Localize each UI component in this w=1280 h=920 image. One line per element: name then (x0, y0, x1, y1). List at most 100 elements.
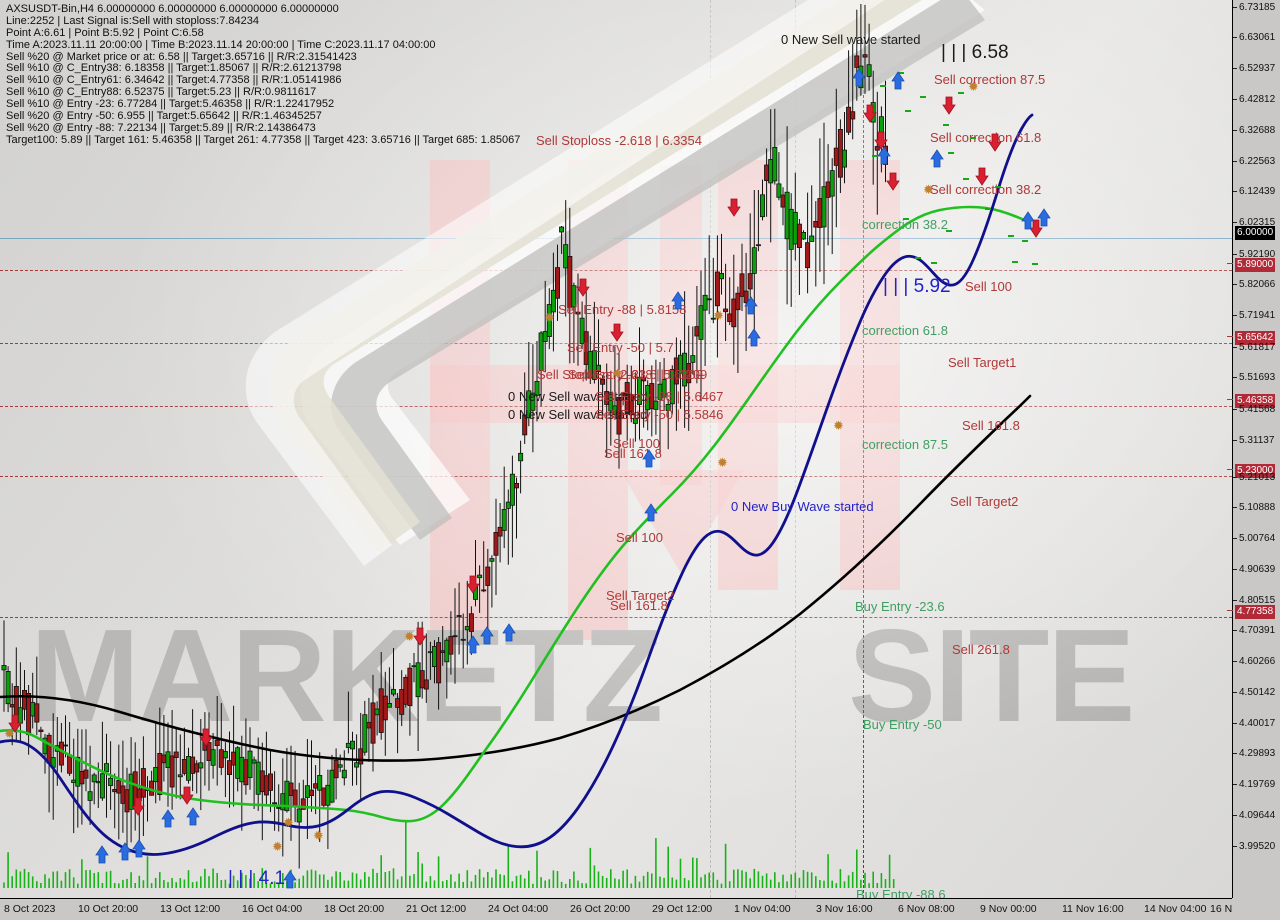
price-tick-6.42812: 6.42812 (1233, 94, 1280, 106)
annotation-sell-target2: Sell Target2 (950, 494, 1019, 509)
price-tickmark (1233, 284, 1237, 285)
sell-arrow-icon-4 (466, 574, 481, 596)
price-tick-4.19769: 4.19769 (1233, 779, 1280, 791)
star-marker-10: ✹ (404, 629, 415, 644)
dot-indicator-13 (1022, 240, 1028, 242)
price-tick-4.09644: 4.09644 (1233, 810, 1280, 822)
price-tick-label: 6.00000 (1235, 226, 1276, 240)
buy-arrow-icon-19 (283, 869, 298, 891)
price-tick-label: 5.41568 (1239, 404, 1276, 415)
dot-indicator-17 (915, 257, 921, 259)
time-tick-label: 18 Oct 20:00 (324, 903, 385, 915)
price-tickmark (1233, 661, 1237, 662)
buy-arrow-icon-15 (877, 145, 892, 167)
dot-indicator-18 (931, 262, 937, 264)
annotation-price-658: | | | 6.58 (941, 42, 1009, 63)
annotation-sell-target1: Sell Target1 (948, 355, 1017, 370)
price-tick-6.73185: 6.73185 (1233, 2, 1280, 14)
info-line-10: Sell %20 @ Entry -88: 7.22134 || Target:… (6, 121, 316, 134)
price-tick-label: 5.61817 (1239, 342, 1276, 353)
price-tick-5.41568: 5.41568 (1233, 404, 1280, 416)
price-tick-label: 4.40017 (1239, 718, 1276, 729)
price-tick-5.51693: 5.51693 (1233, 372, 1280, 384)
price-tick-6.22563: 6.22563 (1233, 156, 1280, 168)
time-tick-label: 8 Oct 2023 (4, 903, 56, 915)
annotation-buy-entry-50: Buy Entry -50 (863, 717, 942, 732)
buy-arrow-icon-5 (466, 634, 481, 656)
price-tick-5.71941: 5.71941 (1233, 310, 1280, 322)
time-tick-label: 24 Oct 04:00 (488, 903, 549, 915)
annotation-new-sell-wave-top: 0 New Sell wave started (781, 32, 921, 47)
price-tick-4.70391: 4.70391 (1233, 625, 1280, 637)
annotation-correction-875: correction 87.5 (862, 437, 948, 452)
buy-arrow-icon-0 (95, 844, 110, 866)
star-marker-2: ✹ (713, 308, 724, 323)
price-tickmark (1233, 7, 1237, 8)
dot-indicator-0 (880, 85, 886, 87)
star-marker-5: ✹ (968, 79, 979, 94)
sell-arrow-icon-8 (727, 197, 742, 219)
dot-indicator-14 (1032, 263, 1038, 265)
annotation-sell-entry-236: Sell Entry -23.6 | 5.6209 (568, 367, 708, 382)
price-tick-6.63061: 6.63061 (1233, 32, 1280, 44)
time-tick-label: 3 Nov 16:00 (816, 903, 873, 915)
star-marker-6: ✹ (923, 182, 934, 197)
price-tickmark (1233, 538, 1237, 539)
annotation-sell-1618: Sell 161.8 (962, 418, 1020, 433)
time-tick-label: 1 Nov 04:00 (734, 903, 791, 915)
star-marker-7: ✹ (4, 726, 15, 741)
buy-arrow-icon-16 (930, 148, 945, 170)
price-tick-label: 5.89000 (1235, 258, 1276, 272)
annotation-correction-618: correction 61.8 (862, 323, 948, 338)
annotation-price-592: | | | 5.92 (883, 276, 951, 297)
buy-arrow-icon-10 (671, 290, 686, 312)
dot-indicator-8 (970, 137, 976, 139)
price-tick-label: 4.70391 (1239, 625, 1276, 636)
time-axis[interactable]: 8 Oct 2023 10 Oct 20:00 13 Oct 12:00 16 Oct… (0, 898, 1280, 920)
price-tick-label: 5.10888 (1239, 502, 1276, 513)
info-line-1: Line:2252 | Last Signal is:Sell with sto… (6, 14, 259, 27)
annotation-sell-stoploss-top: Sell Stoploss -2.618 | 6.3354 (536, 133, 702, 148)
dot-indicator-4 (943, 124, 949, 126)
price-tickmark (1233, 161, 1237, 162)
sell-arrow-icon-7 (610, 322, 625, 344)
price-tickmark (1233, 315, 1237, 316)
price-tick-label: 4.29893 (1239, 748, 1276, 759)
sell-arrow-icon-1 (131, 796, 146, 818)
sell-arrow-icon-11 (886, 171, 901, 193)
sell-arrow-icon-6 (576, 277, 591, 299)
price-tick-4.50142: 4.50142 (1233, 687, 1280, 699)
price-tick-label: 6.52937 (1239, 63, 1276, 74)
star-marker-0: ✹ (544, 310, 555, 325)
price-tick-5.82066: 5.82066 (1233, 279, 1280, 291)
time-tick-label: 26 Oct 20:00 (570, 903, 631, 915)
annotation-new-buy-wave: 0 New Buy Wave started (731, 499, 874, 514)
price-axis[interactable]: 6.73185 6.63061 6.52937 6.42812 6.32688 6.225… (1227, 0, 1280, 898)
price-tickmark (1233, 222, 1237, 223)
time-tick-label: 21 Oct 12:00 (406, 903, 467, 915)
info-line-2: Point A:6.61 | Point B:5.92 | Point C:6.… (6, 26, 204, 39)
price-tickmark (1233, 569, 1237, 570)
price-tick-label: 5.00764 (1239, 533, 1276, 544)
annotation-sell-2618: Sell 261.8 (952, 642, 1010, 657)
dot-indicator-12 (1012, 261, 1018, 263)
buy-arrow-icon-1 (118, 841, 133, 863)
price-tick-label: 4.09644 (1239, 810, 1276, 821)
price-tick-5.89000: 5.89000 (1227, 258, 1280, 272)
price-tick-label: 6.63061 (1239, 32, 1276, 43)
star-marker-1: ✹ (612, 366, 623, 381)
dot-indicator-11 (1008, 235, 1014, 237)
star-marker-11: ✹ (313, 828, 324, 843)
buy-arrow-icon-11 (744, 295, 759, 317)
price-tickmark (1233, 377, 1237, 378)
annotation-price-41: | | | 4.1 (228, 868, 286, 889)
price-tickmark (1233, 440, 1237, 441)
price-tickmark (1233, 723, 1237, 724)
buy-arrow-icon-9 (642, 448, 657, 470)
chart-plot-area[interactable]: MARKETZ SITE ✹ ✹ ✹ ✹ ✹ ✹ ✹ ✹ ✹ ✹ ✹ ✹ Sell Stopl (0, 0, 1232, 898)
price-tickmark (1233, 68, 1237, 69)
dot-indicator-6 (958, 92, 964, 94)
price-tickmark (1233, 600, 1237, 601)
price-tick-4.40017: 4.40017 (1233, 718, 1280, 730)
dot-indicator-7 (963, 178, 969, 180)
